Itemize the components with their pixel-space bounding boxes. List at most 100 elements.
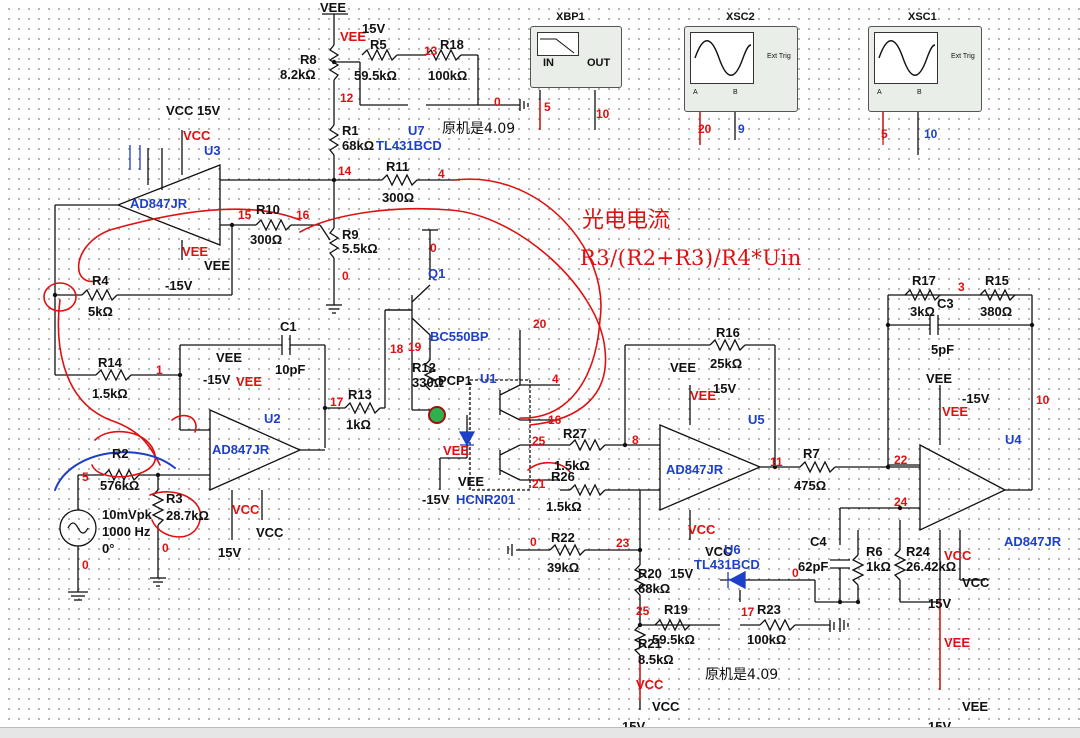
xbp1-screen [537,32,579,56]
r19-ref: R19 [664,602,688,617]
right-vee-label: VEE [944,635,971,650]
net-8: 8 [632,433,639,447]
net-5-xbp: 5 [544,100,551,114]
r18-ref: R18 [440,37,464,52]
rail-vee-top: VEE [320,0,347,15]
u4-vee: VEE [926,371,953,386]
r27-ref: R27 [563,426,587,441]
u3-vee-label: VEE [182,244,209,259]
r6-value: 1kΩ [866,559,891,574]
xsc2-ext-trig: Ext Trig [767,53,791,60]
net-0-src: 0 [82,558,89,572]
net-22-xsc2: 20 [698,122,712,136]
r24-ref: R24 [906,544,930,559]
r14-ref: R14 [98,355,122,370]
net-0-top: 0 [494,95,501,109]
r8-value: 8.2kΩ [280,67,316,82]
u4-ref: U4 [1005,432,1022,447]
r26-value: 1.5kΩ [546,499,582,514]
net-17: 17 [741,605,755,619]
net-9-xsc2: 9 [738,122,745,136]
r11-value: 300Ω [382,190,415,205]
u6-part: TL431BCD [694,557,760,572]
u5-vee-label: VEE [690,388,717,403]
xbp1-bode-plotter[interactable]: IN OUT [530,26,622,88]
u5-part: AD847JR [666,462,724,477]
xsc2-b: B [733,89,738,96]
net-16-top: 16 [296,208,310,222]
xsc1-b: B [917,89,922,96]
u1-m15v: -15V [422,492,450,507]
xsc2-a: A [693,89,698,96]
net-22-mid: 20 [533,317,547,331]
xsc2-oscilloscope[interactable]: Ext Trig A B [684,26,798,112]
u2-15v: 15V [218,545,242,560]
source-phase: 0° [102,541,115,556]
r16-value: 25kΩ [710,356,743,371]
r10-ref: R10 [256,202,280,217]
u4-15v: 15V [928,596,952,611]
xbp1-out-label: OUT [587,57,611,69]
net-0-u6: 0 [792,566,799,580]
r20-value: 68kΩ [638,581,671,596]
r3-value: 28.7kΩ [166,508,209,523]
sine-wave-icon [694,40,752,76]
annotation-formula: R3/(R2+R3)/R4*Uin [580,246,802,270]
r5-ref: R5 [370,37,387,52]
net-24: 22 [894,453,908,467]
r23-ref: R23 [757,602,781,617]
note-orig-bottom: 原机是4.09 [705,667,779,683]
net-21: 23 [616,536,630,550]
xsc1-ext-trig: Ext Trig [951,53,975,60]
right-vee-rail: VEE [962,699,989,714]
r1-ref: R1 [342,123,359,138]
r13-value: 1kΩ [346,417,371,432]
schematic-canvas[interactable]: XBP1 IN OUT XSC2 Ext Trig A B XSC1 Ext T… [0,0,1080,738]
r8-ref: R8 [300,52,317,67]
u1-part: HCNR201 [456,492,516,507]
r4-value: 5kΩ [88,304,113,319]
net-10-u4: 10 [1036,393,1050,407]
r2-ref: R2 [112,446,129,461]
r21-vcc-rail: VCC [652,699,680,714]
net-26: 24 [894,495,908,509]
u1-ref: U1 [480,371,497,386]
u4-vcc-rail: VCC [962,575,990,590]
net-0-r9: 0 [342,269,349,283]
u3-ref: U3 [204,143,221,158]
r26-ref: R26 [551,469,575,484]
r10-value: 300Ω [250,232,283,247]
r11-ref: R11 [386,159,410,174]
r6-ref: R6 [866,544,883,559]
r13-ref: R13 [348,387,372,402]
xsc1-oscilloscope[interactable]: Ext Trig A B [868,26,982,112]
u4-part: AD847JR [1004,534,1062,549]
net-16-mid: 16 [548,413,562,427]
r17-ref: R17 [912,273,936,288]
c3-ref: C3 [937,296,954,311]
r3-ref: R3 [166,491,183,506]
u7-part: TL431BCD [376,138,442,153]
u5-15v: 15V [713,381,737,396]
u2-m15v: -15V [203,372,231,387]
net-0-q1: 0 [430,241,437,255]
r18-value: 100kΩ [428,68,468,83]
source-amp: 10mVpk [102,507,152,522]
r12-ref: R12 [412,360,436,375]
status-bar [0,727,1080,738]
c4-ref: C4 [810,534,827,549]
r9-value: 5.5kΩ [342,241,378,256]
u2-vcc-rail: VCC [256,525,284,540]
u3-vcc-label: VCC [183,128,211,143]
u2-vee-label: VEE [236,374,263,389]
xbp1-title: XBP1 [556,11,585,23]
net-5-xsc1: 5 [881,127,888,141]
u7-ref: U7 [408,123,425,138]
xsc2-title: XSC2 [726,11,755,23]
u4-vee-label: VEE [942,404,969,419]
c3-value: 5pF [931,342,955,357]
c4-value: 62pF [798,559,829,574]
net-4-mid: 4 [552,372,559,386]
r22-ref: R22 [551,530,575,545]
r20-ref: R20 [638,566,662,581]
